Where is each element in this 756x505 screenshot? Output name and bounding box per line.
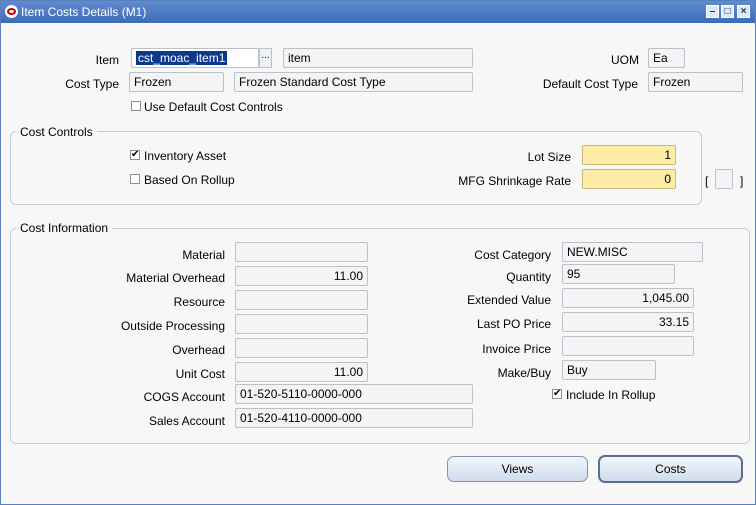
cost-type-description-field[interactable]: Frozen Standard Cost Type xyxy=(234,72,473,92)
invoice-price-label: Invoice Price xyxy=(482,342,551,356)
item-value: cst_moac_item1 xyxy=(136,51,228,65)
resource-field[interactable] xyxy=(235,290,368,310)
item-label: Item xyxy=(95,53,119,67)
views-button[interactable]: Views xyxy=(447,456,588,482)
cogs-account-label: COGS Account xyxy=(143,390,225,404)
uom-label: UOM xyxy=(611,53,639,67)
resource-label: Resource xyxy=(173,295,225,309)
material-overhead-label: Material Overhead xyxy=(126,271,225,285)
make-buy-field[interactable]: Buy xyxy=(562,360,656,380)
item-costs-window: Item Costs Details (M1) – □ × Item cst_m… xyxy=(0,0,756,505)
inventory-asset-label: Inventory Asset xyxy=(144,149,227,163)
lot-size-label: Lot Size xyxy=(527,150,571,164)
include-in-rollup-label: Include In Rollup xyxy=(566,388,656,402)
based-on-rollup-checkbox[interactable] xyxy=(130,174,140,184)
use-default-controls-label: Use Default Cost Controls xyxy=(144,100,283,114)
title-bar[interactable]: Item Costs Details (M1) – □ × xyxy=(1,1,755,23)
invoice-price-field[interactable] xyxy=(562,336,694,356)
item-field[interactable]: cst_moac_item1 xyxy=(131,48,259,68)
flexfield-close-bracket: ] xyxy=(740,174,744,188)
costs-button[interactable]: Costs xyxy=(598,455,743,483)
default-cost-type-label: Default Cost Type xyxy=(542,77,638,91)
window-title: Item Costs Details (M1) xyxy=(21,5,147,19)
inventory-asset-checkbox[interactable]: ✔ xyxy=(130,150,140,160)
quantity-label: Quantity xyxy=(506,270,551,284)
maximize-icon[interactable]: □ xyxy=(721,5,734,18)
unit-cost-field[interactable]: 11.00 xyxy=(235,362,368,382)
overhead-label: Overhead xyxy=(172,343,225,357)
cost-category-field[interactable]: NEW.MISC xyxy=(562,242,703,262)
flexfield-open-bracket: [ xyxy=(705,174,709,188)
cost-type-field[interactable]: Frozen xyxy=(129,72,224,92)
unit-cost-label: Unit Cost xyxy=(175,367,225,381)
default-cost-type-field[interactable]: Frozen xyxy=(648,72,743,92)
based-on-rollup-label: Based On Rollup xyxy=(144,173,235,187)
last-po-price-label: Last PO Price xyxy=(476,317,551,331)
extended-value-field[interactable]: 1,045.00 xyxy=(562,288,694,308)
extended-value-label: Extended Value xyxy=(467,293,551,307)
quantity-field[interactable]: 95 xyxy=(562,264,675,284)
material-field[interactable] xyxy=(235,242,368,262)
mfg-shrinkage-field[interactable]: 0 xyxy=(582,169,676,189)
list-of-values-button[interactable]: ... xyxy=(259,48,272,68)
cost-information-title: Cost Information xyxy=(16,221,113,235)
use-default-controls-checkbox[interactable] xyxy=(131,101,141,111)
material-overhead-field[interactable]: 11.00 xyxy=(235,266,368,286)
cogs-account-field[interactable]: 01-520-5110-0000-000 xyxy=(235,384,473,404)
outside-processing-field[interactable] xyxy=(235,314,368,334)
sales-account-label: Sales Account xyxy=(148,414,225,428)
material-label: Material xyxy=(182,248,225,262)
make-buy-label: Make/Buy xyxy=(497,366,551,380)
cost-type-label: Cost Type xyxy=(65,77,119,91)
overhead-field[interactable] xyxy=(235,338,368,358)
close-icon[interactable]: × xyxy=(737,5,750,18)
oracle-icon xyxy=(5,5,18,18)
minimize-icon[interactable]: – xyxy=(706,5,719,18)
last-po-price-field[interactable]: 33.15 xyxy=(562,312,694,332)
outside-processing-label: Outside Processing xyxy=(120,319,225,333)
mfg-shrinkage-label: MFG Shrinkage Rate xyxy=(458,174,571,188)
cost-controls-title: Cost Controls xyxy=(16,125,97,139)
item-description-field[interactable]: item xyxy=(283,48,473,68)
lot-size-field[interactable]: 1 xyxy=(582,145,676,165)
include-in-rollup-checkbox[interactable]: ✔ xyxy=(552,389,562,399)
cost-controls-group xyxy=(10,131,702,205)
cost-category-label: Cost Category xyxy=(474,248,551,262)
sales-account-field[interactable]: 01-520-4110-0000-000 xyxy=(235,408,473,428)
uom-field[interactable]: Ea xyxy=(648,48,685,68)
descriptive-flexfield[interactable] xyxy=(715,169,733,189)
